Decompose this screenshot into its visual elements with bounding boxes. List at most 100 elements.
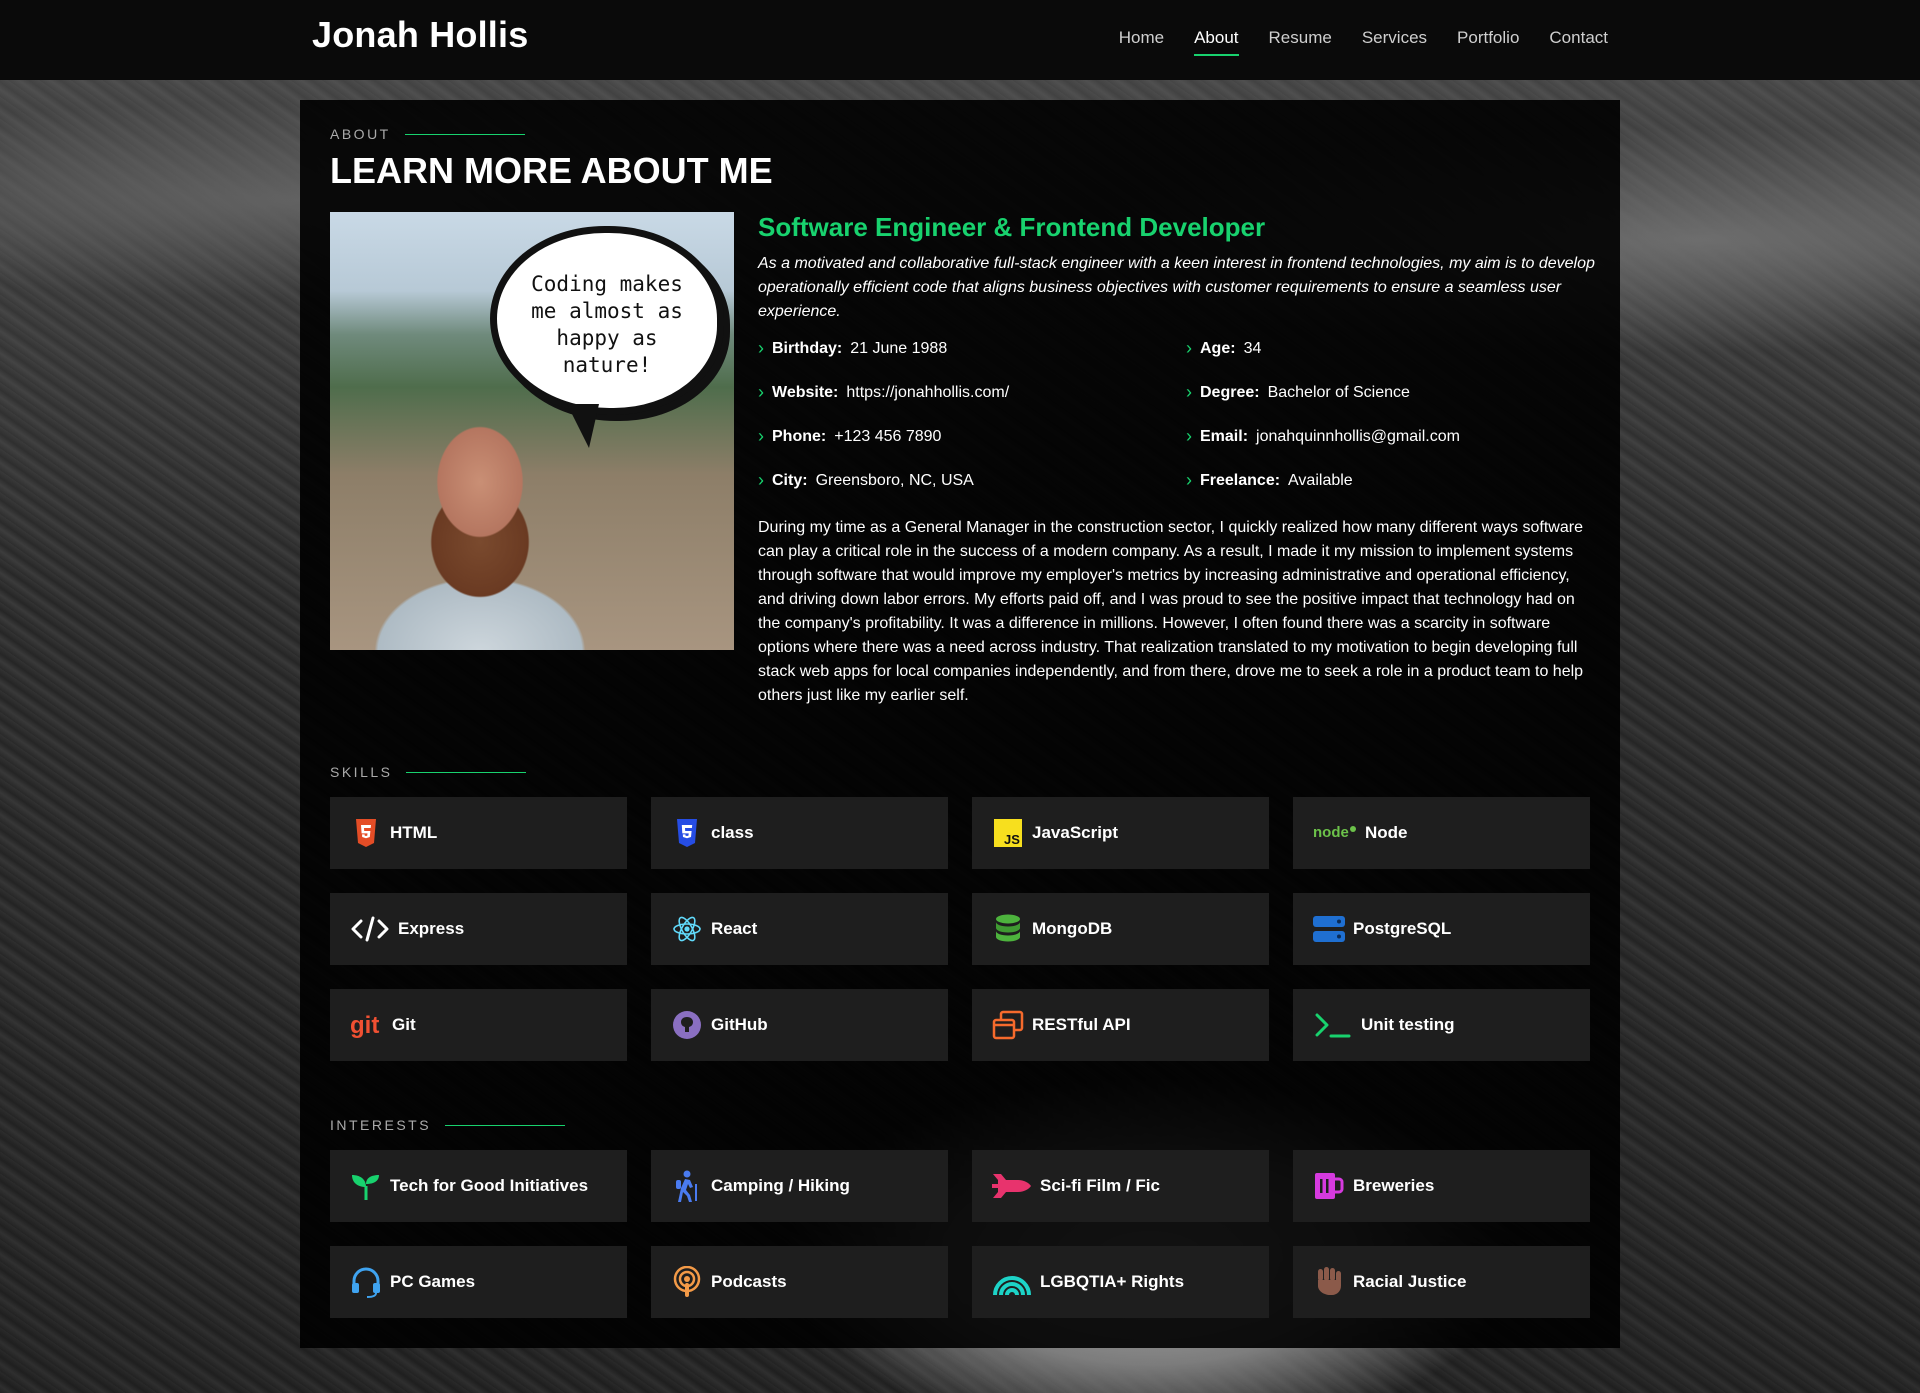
chevron-right-icon: › bbox=[1186, 426, 1192, 446]
label-divider bbox=[445, 1124, 566, 1126]
label-divider bbox=[406, 771, 527, 773]
fact-key: Freelance: bbox=[1200, 471, 1281, 489]
skill-tile: PostgreSQL bbox=[1293, 893, 1590, 965]
css3-icon bbox=[671, 817, 703, 849]
chevron-right-icon: › bbox=[758, 338, 764, 358]
about-section-label: ABOUT bbox=[330, 126, 525, 142]
fact-phone: › Phone: +123 456 7890 bbox=[758, 426, 941, 447]
skill-tile: node Node bbox=[1293, 797, 1590, 869]
nav-contact[interactable]: Contact bbox=[1549, 28, 1608, 56]
role-heading: Software Engineer & Frontend Developer bbox=[758, 212, 1266, 242]
javascript-icon: JS bbox=[992, 817, 1024, 849]
nav-services[interactable]: Services bbox=[1362, 28, 1427, 56]
about-label-text: ABOUT bbox=[330, 126, 391, 142]
nav-about[interactable]: About bbox=[1194, 28, 1239, 56]
fact-key: Phone: bbox=[772, 427, 827, 445]
interest-label: PC Games bbox=[390, 1272, 476, 1291]
sprout-icon bbox=[350, 1170, 382, 1202]
fact-website: › Website: https://jonahhollis.com/ bbox=[758, 382, 1009, 403]
interest-tile: Tech for Good Initiatives bbox=[330, 1150, 627, 1222]
site-logo[interactable]: Jonah Hollis bbox=[312, 14, 528, 56]
speech-bubble-text: Coding makes me almost as happy as natur… bbox=[531, 272, 683, 377]
svg-text:JS: JS bbox=[1004, 832, 1020, 847]
skill-tile: Express bbox=[330, 893, 627, 965]
fact-key: City: bbox=[772, 471, 808, 489]
database-icon bbox=[992, 913, 1024, 945]
rocket-icon bbox=[992, 1170, 1032, 1202]
chevron-right-icon: › bbox=[1186, 470, 1192, 490]
fact-value: Bachelor of Science bbox=[1267, 383, 1410, 401]
fact-age: › Age: 34 bbox=[1186, 338, 1261, 359]
interest-tile: Podcasts bbox=[651, 1246, 948, 1318]
fact-key: Website: bbox=[772, 383, 839, 401]
nav-home[interactable]: Home bbox=[1119, 28, 1164, 56]
fact-value: Available bbox=[1288, 471, 1353, 489]
fact-email: › Email: jonahquinnhollis@gmail.com bbox=[1186, 426, 1460, 447]
main-nav: Home About Resume Services Portfolio Con… bbox=[1119, 28, 1608, 56]
skill-tile: MongoDB bbox=[972, 893, 1269, 965]
server-icon bbox=[1313, 913, 1345, 945]
chevron-right-icon: › bbox=[758, 426, 764, 446]
nav-resume[interactable]: Resume bbox=[1269, 28, 1332, 56]
fact-value: 21 June 1988 bbox=[850, 339, 948, 357]
fist-icon bbox=[1313, 1266, 1345, 1298]
fact-key: Email: bbox=[1200, 427, 1249, 445]
skill-label: PostgreSQL bbox=[1353, 919, 1452, 938]
intro-text: As a motivated and collaborative full-st… bbox=[758, 255, 1595, 320]
fact-value: jonahquinnhollis@gmail.com bbox=[1256, 427, 1460, 445]
beer-mug-icon bbox=[1313, 1170, 1345, 1202]
fact-key: Degree: bbox=[1200, 383, 1260, 401]
hiker-icon bbox=[671, 1170, 703, 1202]
interest-tile: Racial Justice bbox=[1293, 1246, 1590, 1318]
fact-value[interactable]: https://jonahhollis.com/ bbox=[846, 384, 1009, 402]
skill-label: RESTful API bbox=[1032, 1015, 1131, 1034]
podcast-icon bbox=[671, 1266, 703, 1298]
skills-section-label: SKILLS bbox=[330, 764, 527, 780]
skill-tile: HTML bbox=[330, 797, 627, 869]
speech-bubble: Coding makes me almost as happy as natur… bbox=[490, 226, 724, 448]
skill-label: HTML bbox=[390, 823, 438, 842]
label-divider bbox=[404, 133, 525, 135]
fact-city: › City: Greensboro, NC, USA bbox=[758, 470, 974, 491]
skill-label: class bbox=[711, 823, 754, 842]
windows-icon bbox=[992, 1009, 1024, 1041]
chevron-right-icon: › bbox=[1186, 338, 1192, 358]
about-card: ABOUT LEARN MORE ABOUT ME Coding makes m… bbox=[300, 100, 1620, 1348]
interests-section-label: INTERESTS bbox=[330, 1117, 566, 1133]
skills-label-text: SKILLS bbox=[330, 764, 393, 780]
page-title: LEARN MORE ABOUT ME bbox=[330, 150, 773, 191]
git-icon: git bbox=[350, 1009, 384, 1041]
skill-tile: JS JavaScript bbox=[972, 797, 1269, 869]
skill-tile: React bbox=[651, 893, 948, 965]
nav-portfolio[interactable]: Portfolio bbox=[1457, 28, 1519, 56]
interest-label: Breweries bbox=[1353, 1176, 1435, 1195]
terminal-icon bbox=[1313, 1009, 1353, 1041]
interest-tile: LGBQTIA+ Rights bbox=[972, 1246, 1269, 1318]
interest-tile: Breweries bbox=[1293, 1150, 1590, 1222]
skill-label: GitHub bbox=[711, 1015, 768, 1034]
node-icon: node bbox=[1313, 817, 1357, 849]
html5-icon bbox=[350, 817, 382, 849]
skill-label: MongoDB bbox=[1032, 919, 1113, 938]
interest-tile: PC Games bbox=[330, 1246, 627, 1318]
interest-label: Tech for Good Initiatives bbox=[390, 1176, 589, 1195]
interest-label: Camping / Hiking bbox=[711, 1176, 850, 1195]
code-icon bbox=[350, 913, 390, 945]
site-header: Jonah Hollis Home About Resume Services … bbox=[0, 0, 1920, 80]
skill-tile: class bbox=[651, 797, 948, 869]
interest-label: Podcasts bbox=[711, 1272, 787, 1291]
skill-tile: GitHub bbox=[651, 989, 948, 1061]
interest-tile: Sci-fi Film / Fic bbox=[972, 1150, 1269, 1222]
skill-label: Git bbox=[392, 1015, 416, 1034]
svg-text:node: node bbox=[1313, 824, 1349, 841]
fact-key: Birthday: bbox=[772, 339, 843, 357]
fact-birthday: › Birthday: 21 June 1988 bbox=[758, 338, 947, 359]
chevron-right-icon: › bbox=[1186, 382, 1192, 402]
skill-tile: Unit testing bbox=[1293, 989, 1590, 1061]
skill-label: Unit testing bbox=[1361, 1015, 1455, 1034]
skill-tile: RESTful API bbox=[972, 989, 1269, 1061]
svg-text:git: git bbox=[350, 1012, 379, 1039]
rainbow-icon bbox=[992, 1266, 1032, 1298]
skill-tile: git Git bbox=[330, 989, 627, 1061]
github-icon bbox=[671, 1009, 703, 1041]
